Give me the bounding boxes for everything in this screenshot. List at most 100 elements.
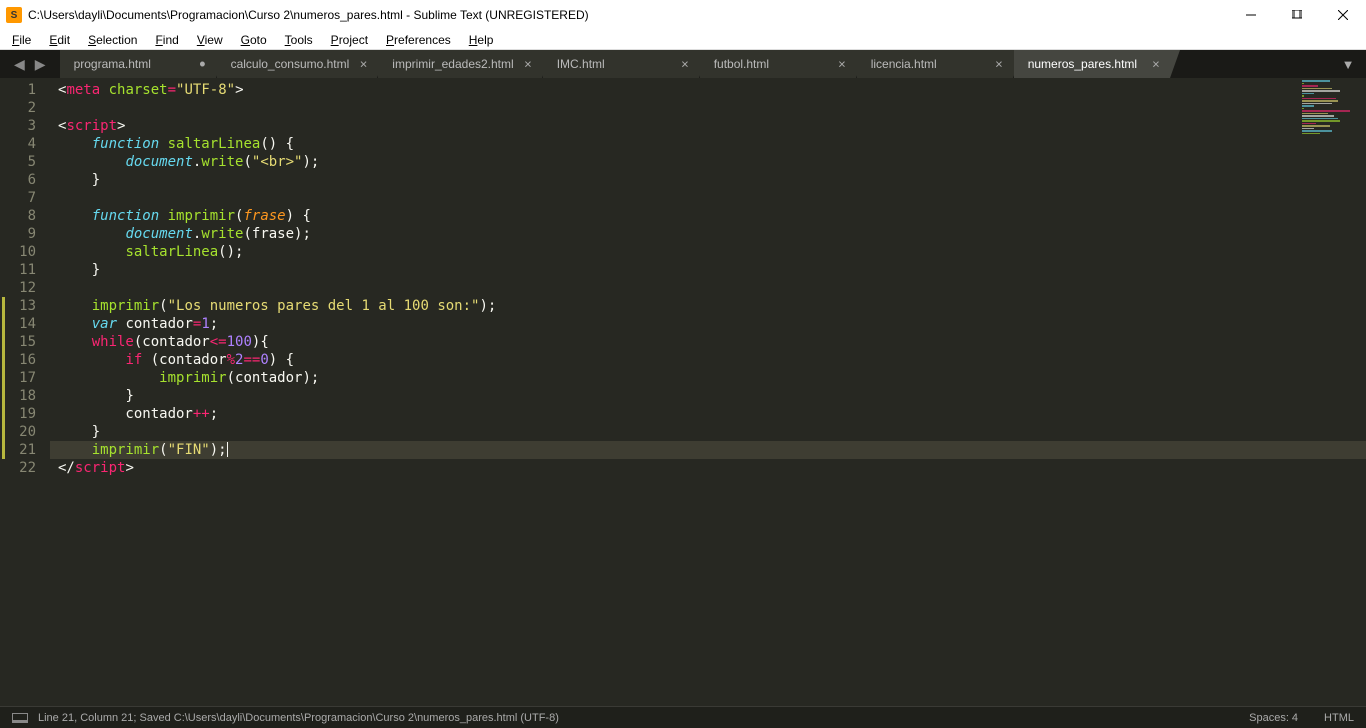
minimap-line (1302, 98, 1336, 100)
line-number[interactable]: 19 (0, 405, 50, 423)
language-indicator[interactable]: HTML (1324, 712, 1354, 724)
line-number[interactable]: 10 (0, 243, 50, 261)
code-line[interactable]: saltarLinea(); (50, 243, 1366, 261)
line-number[interactable]: 13 (0, 297, 50, 315)
minimap-line (1302, 123, 1316, 125)
tab-futbol-html[interactable]: futbol.html× (700, 50, 856, 78)
close-icon[interactable]: × (681, 57, 689, 72)
menu-help[interactable]: Help (461, 31, 502, 49)
code-line[interactable]: <meta charset="UTF-8"> (50, 81, 1366, 99)
app-icon: S (6, 7, 22, 23)
line-number[interactable]: 3 (0, 117, 50, 135)
close-icon[interactable]: × (1152, 57, 1160, 72)
code-line[interactable]: } (50, 387, 1366, 405)
minimap-line (1302, 90, 1340, 92)
tabs-container: programa.html•calculo_consumo.html×impri… (60, 50, 1330, 78)
window-controls (1228, 0, 1366, 30)
close-icon[interactable]: × (995, 57, 1003, 72)
close-icon[interactable]: × (524, 57, 532, 72)
line-number[interactable]: 4 (0, 135, 50, 153)
code-line[interactable]: document.write(frase); (50, 225, 1366, 243)
code-line[interactable]: function saltarLinea() { (50, 135, 1366, 153)
minimap-line (1302, 95, 1304, 97)
minimap-line (1302, 103, 1332, 105)
menu-file[interactable]: File (4, 31, 39, 49)
minimap[interactable] (1302, 80, 1362, 135)
line-number[interactable]: 17 (0, 369, 50, 387)
line-number[interactable]: 2 (0, 99, 50, 117)
line-number[interactable]: 5 (0, 153, 50, 171)
code-line[interactable]: if (contador%2==0) { (50, 351, 1366, 369)
minimap-line (1302, 113, 1328, 115)
code-line[interactable]: contador++; (50, 405, 1366, 423)
line-number[interactable]: 1 (0, 81, 50, 99)
code-line[interactable] (50, 189, 1366, 207)
minimize-button[interactable] (1228, 0, 1274, 30)
minimap-line (1302, 125, 1330, 127)
minimap-line (1302, 128, 1314, 130)
close-button[interactable] (1320, 0, 1366, 30)
code-line[interactable]: </script> (50, 459, 1366, 477)
close-icon[interactable]: × (838, 57, 846, 72)
code-line[interactable]: } (50, 423, 1366, 441)
line-number[interactable]: 20 (0, 423, 50, 441)
line-number[interactable]: 7 (0, 189, 50, 207)
line-number[interactable]: 16 (0, 351, 50, 369)
menu-project[interactable]: Project (323, 31, 376, 49)
status-right: Spaces: 4 HTML (1249, 712, 1354, 724)
panel-icon[interactable] (12, 713, 28, 723)
tab-imprimir_edades2-html[interactable]: imprimir_edades2.html× (378, 50, 541, 78)
code-line[interactable]: function imprimir(frase) { (50, 207, 1366, 225)
gutter[interactable]: 12345678910111213141516171819202122 (0, 78, 50, 706)
title-left: S C:\Users\dayli\Documents\Programacion\… (6, 7, 589, 23)
nav-forward-icon[interactable]: ▶ (35, 56, 46, 73)
title-bar: S C:\Users\dayli\Documents\Programacion\… (0, 0, 1366, 30)
nav-back-icon[interactable]: ◀ (14, 56, 25, 73)
tab-IMC-html[interactable]: IMC.html× (543, 50, 699, 78)
indent-indicator[interactable]: Spaces: 4 (1249, 712, 1298, 724)
line-number[interactable]: 18 (0, 387, 50, 405)
status-text: Line 21, Column 21; Saved C:\Users\dayli… (38, 712, 559, 724)
minimap-line (1302, 108, 1304, 110)
minimap-line (1302, 105, 1314, 107)
maximize-button[interactable] (1274, 0, 1320, 30)
minimap-line (1302, 83, 1304, 85)
code-line[interactable]: while(contador<=100){ (50, 333, 1366, 351)
tab-programa-html[interactable]: programa.html• (60, 50, 216, 78)
line-number[interactable]: 11 (0, 261, 50, 279)
line-number[interactable]: 15 (0, 333, 50, 351)
code-line[interactable]: } (50, 261, 1366, 279)
line-number[interactable]: 6 (0, 171, 50, 189)
code-line[interactable]: var contador=1; (50, 315, 1366, 333)
code-line[interactable]: imprimir(contador); (50, 369, 1366, 387)
menu-find[interactable]: Find (147, 31, 186, 49)
close-icon[interactable]: × (360, 57, 368, 72)
tab-calculo_consumo-html[interactable]: calculo_consumo.html× (217, 50, 378, 78)
tab-licencia-html[interactable]: licencia.html× (857, 50, 1013, 78)
code-line[interactable] (50, 279, 1366, 297)
line-number[interactable]: 12 (0, 279, 50, 297)
code-line[interactable]: document.write("<br>"); (50, 153, 1366, 171)
code-line[interactable]: } (50, 171, 1366, 189)
code-line[interactable] (50, 99, 1366, 117)
code-line[interactable]: imprimir("FIN"); (50, 441, 1366, 459)
line-number[interactable]: 14 (0, 315, 50, 333)
menu-selection[interactable]: Selection (80, 31, 145, 49)
minimap-line (1302, 118, 1338, 120)
minimap-line (1302, 100, 1338, 102)
line-number[interactable]: 8 (0, 207, 50, 225)
menu-preferences[interactable]: Preferences (378, 31, 459, 49)
menu-goto[interactable]: Goto (233, 31, 275, 49)
tab-overflow-icon[interactable]: ▼ (1330, 50, 1366, 78)
code-line[interactable]: imprimir("Los numeros pares del 1 al 100… (50, 297, 1366, 315)
line-number[interactable]: 22 (0, 459, 50, 477)
minimap-line (1302, 85, 1318, 87)
line-number[interactable]: 9 (0, 225, 50, 243)
tab-numeros_pares-html[interactable]: numeros_pares.html× (1014, 50, 1170, 78)
code-line[interactable]: <script> (50, 117, 1366, 135)
menu-edit[interactable]: Edit (41, 31, 78, 49)
menu-view[interactable]: View (189, 31, 231, 49)
line-number[interactable]: 21 (0, 441, 50, 459)
code-editor[interactable]: <meta charset="UTF-8"> <script> function … (50, 78, 1366, 706)
menu-tools[interactable]: Tools (277, 31, 321, 49)
